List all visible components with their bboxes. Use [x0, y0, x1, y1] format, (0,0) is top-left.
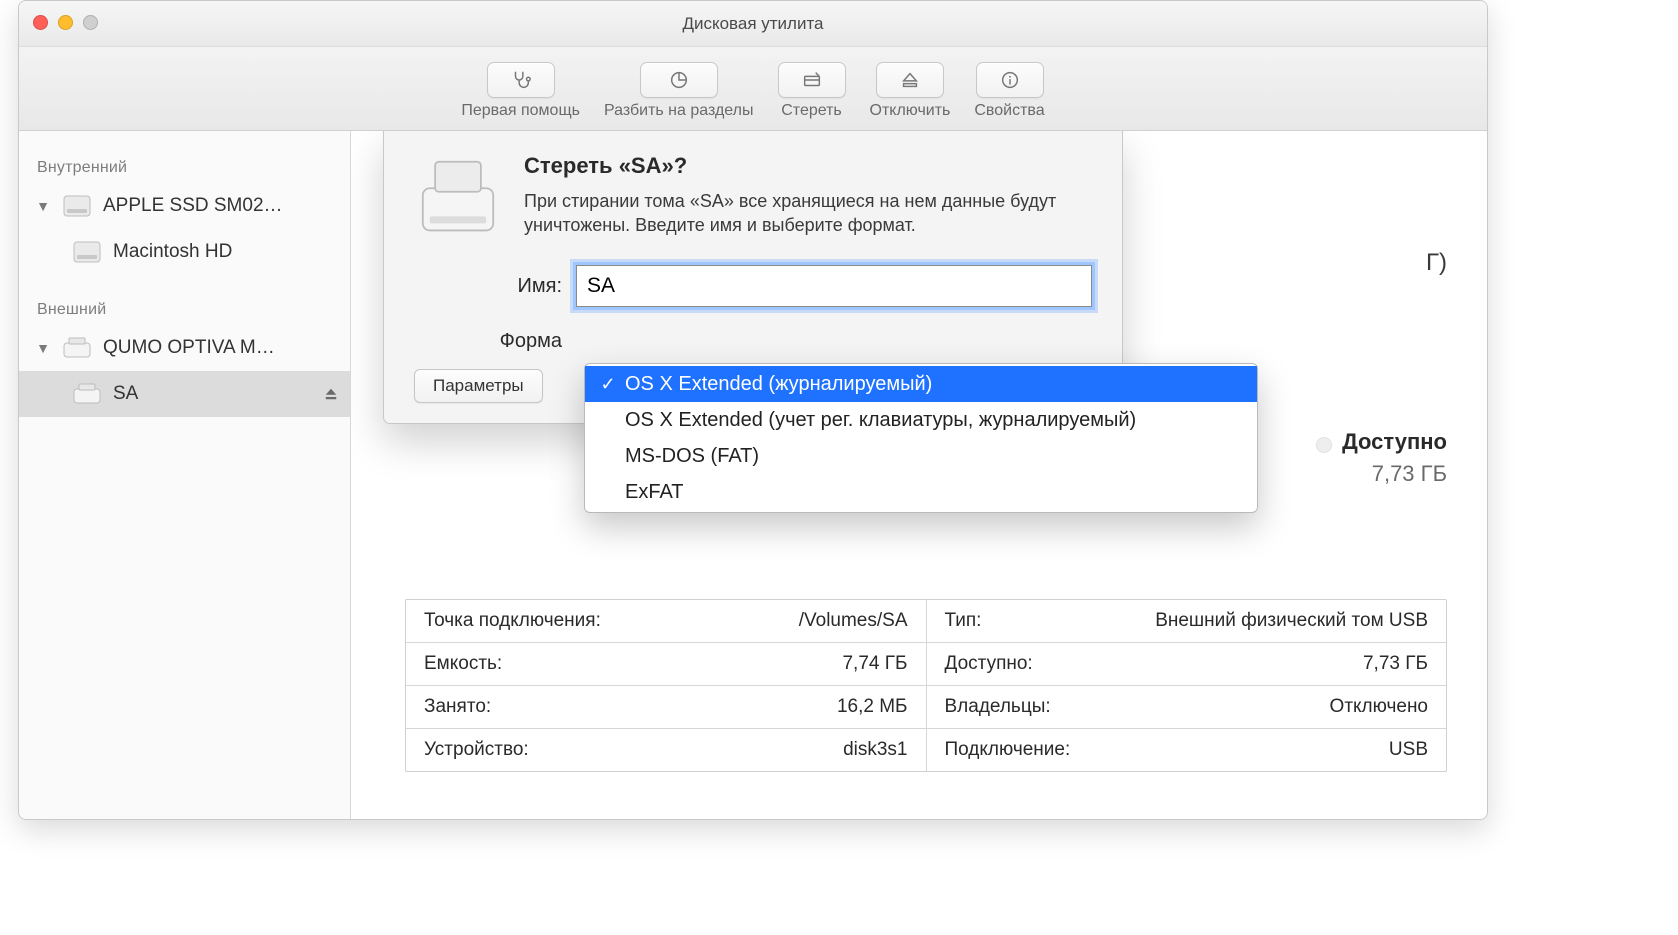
legend-dot-icon [1316, 437, 1332, 453]
format-field-label: Форма [414, 330, 562, 353]
disclosure-triangle-icon[interactable]: ▼ [35, 340, 51, 356]
toolbar-erase-label: Стереть [781, 102, 842, 120]
format-option[interactable]: ✓ OS X Extended (журналируемый) [585, 366, 1257, 402]
zoom-window-button[interactable] [83, 15, 98, 30]
internal-volume-icon [73, 241, 101, 263]
sidebar-item-external-disk[interactable]: ▼ QUMO OPTIVA M… [19, 325, 350, 371]
sidebar-item-label: Macintosh HD [113, 241, 232, 263]
info-icon [999, 69, 1021, 91]
table-row: Занято: 16,2 МБ Владельцы: Отключено [406, 685, 1446, 728]
toolbar-info-label: Свойства [974, 102, 1044, 120]
format-option[interactable]: ExFAT [585, 474, 1257, 510]
info-key: Подключение: [945, 739, 1071, 761]
toolbar-info[interactable]: Свойства [974, 62, 1044, 120]
table-row: Точка подключения: /Volumes/SA Тип: Внешни… [406, 600, 1446, 642]
external-drive-large-icon [414, 153, 502, 241]
sidebar-item-label: APPLE SSD SM02… [103, 195, 283, 217]
info-value: 7,74 ГБ [842, 653, 907, 675]
sidebar-item-internal-disk[interactable]: ▼ APPLE SSD SM02… [19, 183, 350, 229]
sidebar-item-external-volume[interactable]: SA [19, 371, 350, 417]
checkmark-icon: ✓ [599, 374, 617, 395]
info-key: Занято: [424, 696, 491, 718]
toolbar-partition[interactable]: Разбить на разделы [604, 62, 754, 120]
info-key: Тип: [945, 610, 982, 632]
info-value: /Volumes/SA [799, 610, 908, 632]
pie-icon [668, 69, 690, 91]
partial-text-peek: Г) [1426, 249, 1447, 277]
format-option-label: ExFAT [625, 481, 684, 504]
minimize-window-button[interactable] [58, 15, 73, 30]
toolbar-unmount[interactable]: Отключить [870, 62, 951, 120]
volume-info-table: Точка подключения: /Volumes/SA Тип: Внешни… [405, 599, 1447, 772]
stethoscope-icon [510, 69, 532, 91]
format-option-label: OS X Extended (учет рег. клавиатуры, жур… [625, 409, 1136, 432]
info-key: Доступно: [945, 653, 1033, 675]
sidebar-section-internal: Внутренний [19, 151, 350, 183]
disk-utility-window: Дисковая утилита Первая помощь Разбить н… [18, 0, 1488, 820]
table-row: Емкость: 7,74 ГБ Доступно: 7,73 ГБ [406, 642, 1446, 685]
info-value: 7,73 ГБ [1363, 653, 1428, 675]
sheet-heading: Стереть «SA»? [524, 153, 1092, 179]
table-row: Устройство: disk3s1 Подключение: USB [406, 728, 1446, 771]
erase-sheet: Стереть «SA»? При стирании тома «SA» все… [383, 131, 1123, 424]
available-value: 7,73 ГБ [1316, 461, 1447, 487]
format-option[interactable]: MS-DOS (FAT) [585, 438, 1257, 474]
info-key: Емкость: [424, 653, 502, 675]
toolbar: Первая помощь Разбить на разделы Стереть… [19, 47, 1487, 131]
sheet-description: При стирании тома «SA» все хранящиеся на… [524, 189, 1092, 238]
sidebar-item-label: SA [113, 383, 138, 405]
titlebar: Дисковая утилита [19, 1, 1487, 47]
sidebar-item-internal-volume[interactable]: Macintosh HD [19, 229, 350, 275]
internal-disk-icon [63, 195, 91, 217]
format-dropdown[interactable]: ✓ OS X Extended (журналируемый) OS X Ext… [584, 363, 1258, 513]
format-option-label: MS-DOS (FAT) [625, 445, 759, 468]
volume-name-input[interactable] [576, 265, 1092, 307]
info-value: Внешний физический том USB [1155, 610, 1428, 632]
toolbar-first-aid-label: Первая помощь [461, 102, 580, 120]
eject-icon [899, 69, 921, 91]
info-key: Точка подключения: [424, 610, 601, 632]
sidebar-item-label: QUMO OPTIVA M… [103, 337, 275, 359]
info-value: 16,2 МБ [837, 696, 908, 718]
toolbar-erase[interactable]: Стереть [778, 62, 846, 120]
name-field-label: Имя: [414, 275, 562, 298]
format-option[interactable]: OS X Extended (учет рег. клавиатуры, жур… [585, 402, 1257, 438]
toolbar-first-aid[interactable]: Первая помощь [461, 62, 580, 120]
toolbar-partition-label: Разбить на разделы [604, 102, 754, 120]
security-options-button[interactable]: Параметры [414, 369, 543, 403]
close-window-button[interactable] [33, 15, 48, 30]
sidebar: Внутренний ▼ APPLE SSD SM02… Macintosh H… [19, 131, 351, 819]
external-volume-icon [73, 383, 101, 405]
info-value: disk3s1 [843, 739, 907, 761]
content-area: Г) Доступно 7,73 ГБ Стереть « [351, 131, 1487, 819]
info-value: Отключено [1330, 696, 1428, 718]
eject-volume-button[interactable] [322, 385, 340, 403]
toolbar-unmount-label: Отключить [870, 102, 951, 120]
info-key: Владельцы: [945, 696, 1051, 718]
info-key: Устройство: [424, 739, 529, 761]
disclosure-triangle-icon[interactable]: ▼ [35, 198, 51, 214]
window-title: Дисковая утилита [19, 14, 1487, 34]
traffic-lights [33, 15, 98, 30]
external-disk-icon [63, 337, 91, 359]
available-label: Доступно [1342, 429, 1447, 454]
capacity-available-block: Доступно 7,73 ГБ [1316, 429, 1447, 487]
sidebar-section-external: Внешний [19, 293, 350, 325]
info-value: USB [1389, 739, 1428, 761]
format-option-label: OS X Extended (журналируемый) [625, 373, 932, 396]
erase-icon [801, 69, 823, 91]
